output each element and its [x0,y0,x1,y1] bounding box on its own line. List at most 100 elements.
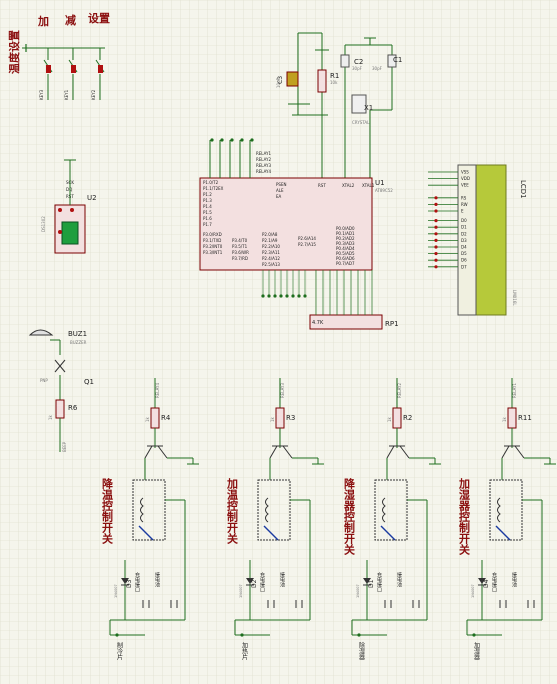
buzzer-part: BUZZER [70,340,87,345]
relay-net-label: RELAY2 [397,383,402,398]
diode-ref: D1 [368,579,375,588]
capacitor-c3 [286,71,299,87]
mcu-ref: U1 [375,179,385,187]
net-beep: BEEP [62,441,67,452]
junction-dot [240,138,244,142]
junction-dot [472,633,476,637]
pin-p1-5: P1.5 [203,210,212,215]
pin-terminal-dot [434,258,438,262]
diode-ref: D2 [251,579,258,588]
lcd-screen [475,164,507,316]
pin-p2-1: P2.1/A9 [262,238,278,243]
button-label-add: 加 [37,14,49,28]
pin-terminal-dot [434,232,438,236]
net-relay4: RELAY4 [256,169,271,174]
q1-part: PNP [40,378,48,383]
button-label-minus: 减 [65,13,76,27]
junction-dot [115,633,119,637]
net-relay2: RELAY2 [256,157,271,162]
key-ref-2: KEY1 [64,89,69,100]
relay-resistor-ref: R4 [161,414,171,422]
load-label: 加湿器 [473,641,480,661]
pin-p1-6: P1.6 [203,216,212,221]
pin-p0-7: P0.7/AD7 [336,261,355,266]
c1-ref: C1 [393,56,402,64]
button-label-set: 设置 [88,11,110,25]
pin-terminal-dot [434,245,438,249]
relay-base-resistor [392,407,402,429]
pin-p2-2: P2.2/A10 [262,244,280,249]
net-relay3: RELAY3 [256,163,271,168]
battery-label: 接电池 [154,571,160,587]
ds1302-chip-icon [61,221,79,245]
relay-net-label: RELAY4 [155,383,160,398]
r6-ref: R6 [68,404,78,412]
key-ref-1: KEY3 [39,89,44,100]
lcd-pin-d6: D6 [461,258,467,263]
x1-ref: X1 [364,104,373,112]
lcd-pin-vdd: VDD [461,176,470,181]
load-label: 制冷片 [116,641,123,661]
pin-terminal-dot [434,209,438,213]
rp1-ref: RP1 [385,320,399,328]
lcd-pin-d5: D5 [461,251,467,256]
pin-p1-3: P1.3 [203,198,212,203]
lcd-pin-vss: VSS [461,170,469,175]
pin-rst: RST [318,183,326,188]
pin-p3-0: P3.0/RXD [203,232,222,237]
junction-dot [210,138,214,142]
relay-base-resistor [150,407,160,429]
mcu-port0-pins: P0.0/AD0 P0.1/AD1 P0.2/AD2 P0.3/AD3 P0.4… [336,226,355,266]
relay-resistor-value: 1k [145,416,150,422]
c2-value: 30pF [352,66,363,71]
pin-p3-5: P3.5/T1 [232,244,248,249]
pin-terminal-dot [434,225,438,229]
resistor-r1 [317,69,327,93]
pin-p3-7: P3.7/RD [232,256,248,261]
r1-value: 10k [330,80,338,85]
pin-p1-2: P1.2 [203,192,212,197]
pin-psen: PSEN [276,182,286,187]
relay-resistor-value: 1k [502,416,507,422]
lcd-pin-d2: D2 [461,231,467,236]
charge-jack-label: 充电接口 [259,571,265,593]
pin-terminal-dot [434,202,438,206]
relay-channel-title: 降湿器控制开关 [343,477,357,556]
load-label: 加热片 [241,641,248,661]
pin-terminal-dot [434,252,438,256]
pin-p2-0: P2.0/A8 [262,232,278,237]
rp1-value: 4.7K [312,320,324,326]
junction-dot [220,138,224,142]
relay-resistor-ref: R11 [518,414,532,422]
pin-p2-7: P2.7/A15 [298,242,316,247]
lcd-pin-d4: D4 [461,245,467,250]
relay-base-resistor [275,407,285,429]
battery-label: 接电池 [396,571,402,587]
pin-p1-0: P1.0/T2 [203,180,219,185]
diode-part: 1N4007 [114,584,118,598]
pin-ea: EA [276,194,282,199]
diode-part: 1N4007 [239,584,243,598]
diode-ref: D4 [483,579,490,588]
lcd-pin-rw: RW [461,202,468,207]
pin-p1-4: P1.4 [203,204,212,209]
pin-p3-2: P3.2/INT0 [203,244,223,249]
charge-jack-label: 充电接口 [376,571,382,593]
r1-ref: R1 [330,72,339,80]
relay-resistor-value: 1k [387,416,392,422]
pin-xtal1: XTAL1 [362,183,375,188]
relay-channel-title: 加湿器控制开关 [458,477,472,556]
pin-terminal-dot [434,238,438,242]
lcd-pin-d7: D7 [461,264,467,269]
r6-value: 1k [48,414,53,420]
pin-xtal2: XTAL2 [342,183,355,188]
lcd-pin-rs: RS [461,195,467,200]
pin-terminal-dot [434,265,438,269]
mcu-part: AT89C52 [375,188,393,193]
capacitor-c2 [340,54,350,68]
c3-value: 10uF [276,77,281,88]
c2-ref: C2 [354,58,363,66]
battery-label: 接电池 [279,571,285,587]
pin-p2-4: P2.4/A12 [262,256,280,261]
pin-p1-7: P1.7 [203,222,212,227]
